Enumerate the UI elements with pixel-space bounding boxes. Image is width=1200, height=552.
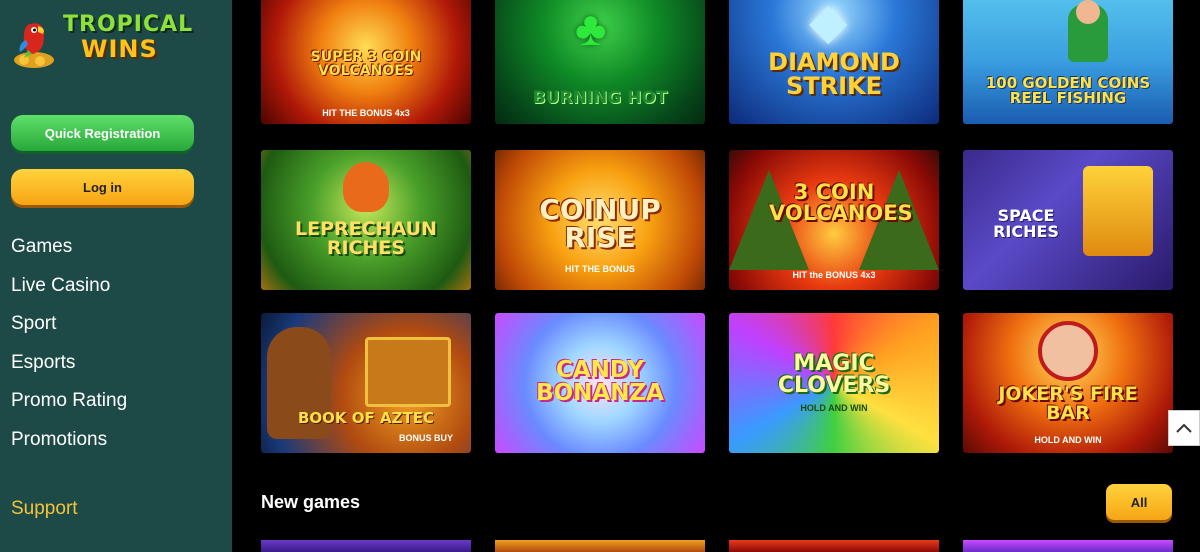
sidebar: TROPICAL WINS Quick Registration Log in …	[0, 0, 232, 552]
game-subtitle: HOLD AND WIN	[800, 403, 868, 413]
game-subtitle: HIT the BONUS 4x3	[792, 270, 876, 280]
brand-line2: WINS	[81, 35, 158, 63]
game-title: BOOK OF AZTEC	[298, 409, 434, 427]
game-tile-jokers-fire-bar[interactable]: JOKER'S FIRE BAR HOLD AND WIN	[963, 313, 1173, 453]
game-tile-coinup-rise[interactable]: COINUP RISE HIT THE BONUS	[495, 150, 705, 290]
game-tile-peek[interactable]	[729, 540, 939, 552]
game-title: BURNING HOT	[532, 88, 668, 108]
parrot-icon	[14, 23, 54, 68]
all-games-button[interactable]: All	[1106, 484, 1172, 520]
nav-promo-rating[interactable]: Promo Rating	[11, 386, 127, 425]
fisherman-head	[1076, 0, 1100, 24]
game-tile-candy-bonanza[interactable]: CANDY BONANZA	[495, 313, 705, 453]
nav-games[interactable]: Games	[11, 232, 127, 271]
game-tile-super-3-coin-volcanoes[interactable]: SUPER 3 COIN VOLCANOES HIT THE BONUS 4x3	[261, 0, 471, 124]
login-button[interactable]: Log in	[11, 169, 194, 205]
game-tile-peek[interactable]	[495, 540, 705, 552]
game-title: SPACE RICHES	[993, 206, 1059, 241]
scroll-to-top-button[interactable]	[1168, 410, 1200, 446]
game-subtitle: BONUS BUY	[398, 433, 453, 443]
game-subtitle: HIT THE BONUS	[564, 264, 635, 274]
book-icon	[365, 337, 451, 407]
diamond-icon: ◆	[809, 0, 848, 49]
nav-esports[interactable]: Esports	[11, 348, 127, 387]
nav-promotions[interactable]: Promotions	[11, 425, 127, 464]
game-tile-peek[interactable]	[261, 540, 471, 552]
game-tile-diamond-strike[interactable]: ◆ DIAMOND STRIKE	[729, 0, 939, 124]
game-subtitle: HOLD AND WIN	[1034, 435, 1102, 445]
game-title: 3 COIN VOLCANOES	[769, 180, 913, 225]
nav-live-casino[interactable]: Live Casino	[11, 271, 127, 310]
game-tile-magic-clovers[interactable]: MAGIC CLOVERS HOLD AND WIN	[729, 313, 939, 453]
quick-registration-button[interactable]: Quick Registration	[11, 115, 194, 151]
game-title: JOKER'S FIRE BAR	[998, 383, 1138, 424]
game-title: COINUP RISE	[539, 193, 661, 254]
game-tile-burning-hot[interactable]: ♣ BURNING HOT	[495, 0, 705, 124]
game-title: DIAMOND STRIKE	[768, 48, 900, 100]
game-title: 100 GOLDEN COINS REEL FISHING	[985, 74, 1151, 107]
support-link[interactable]: Support	[11, 498, 78, 520]
sidebar-nav: Games Live Casino Sport Esports Promo Ra…	[11, 232, 127, 463]
game-title: SUPER 3 COIN VOLCANOES	[310, 49, 422, 79]
leprechaun-figure	[343, 162, 389, 212]
game-title: LEPRECHAUN RICHES	[295, 218, 437, 259]
chevron-up-icon	[1176, 423, 1192, 433]
game-tile-3-coin-volcanoes[interactable]: 3 COIN VOLCANOES HIT the BONUS 4x3	[729, 150, 939, 290]
brand-name: TROPICAL WINS	[63, 12, 193, 62]
game-subtitle: HIT THE BONUS 4x3	[322, 108, 410, 118]
game-tile-leprechaun-riches[interactable]: LEPRECHAUN RICHES	[261, 150, 471, 290]
new-games-heading: New games	[261, 492, 361, 512]
game-tile-book-of-aztec[interactable]: BOOK OF AZTEC BONUS BUY	[261, 313, 471, 453]
game-title: MAGIC CLOVERS	[777, 351, 891, 398]
clover-icon: ♣	[575, 3, 607, 56]
joker-figure	[1038, 321, 1098, 381]
game-tile-reel-fishing[interactable]: 100 GOLDEN COINS REEL FISHING	[963, 0, 1173, 124]
logo[interactable]: TROPICAL WINS	[10, 8, 200, 68]
game-tile-peek[interactable]	[963, 540, 1173, 552]
game-tile-space-riches[interactable]: SPACE RICHES	[963, 150, 1173, 290]
game-title: CANDY BONANZA	[536, 357, 664, 406]
nav-sport[interactable]: Sport	[11, 309, 127, 348]
brand-line1: TROPICAL	[63, 12, 194, 37]
